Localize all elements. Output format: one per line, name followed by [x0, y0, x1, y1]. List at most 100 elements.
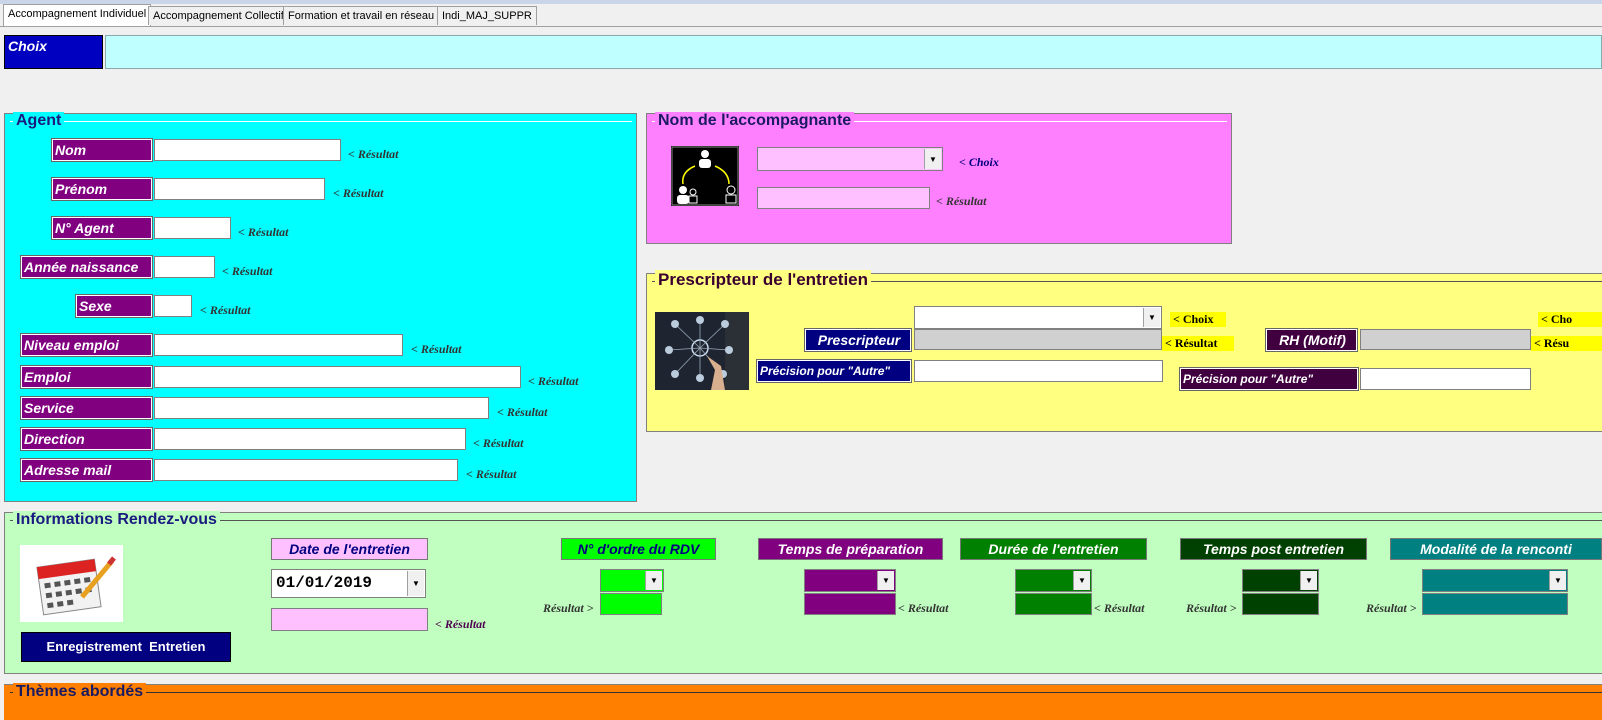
agent-pre-nom-field[interactable] [154, 178, 325, 200]
agent-niveau-emploi-field[interactable] [154, 334, 403, 356]
agent-n-agent-label: N° Agent [51, 216, 153, 240]
agent-service-field[interactable] [154, 397, 489, 419]
duree-entretien-result-tag: < Résultat [1094, 601, 1145, 615]
themes-frame-line [10, 692, 1602, 693]
agent-service-label: Service [20, 396, 153, 420]
agent-emploi-result-tag: < Résultat [528, 374, 579, 388]
prescripteur-result-field [914, 329, 1162, 350]
save-entretien-button[interactable]: Enregistrement Entretien [21, 632, 231, 662]
themes-frame [4, 684, 1602, 720]
agent-direction-field[interactable] [154, 428, 466, 450]
agent-anne-e-naissance-label: Année naissance [20, 255, 153, 279]
precision-autre-field[interactable] [914, 360, 1163, 382]
title-line [0, 0, 1602, 4]
rh-choix-tag: < Cho [1538, 312, 1602, 327]
rh-motif-result-field [1360, 329, 1531, 350]
agent-nom-result-tag: < Résultat [348, 147, 399, 161]
agent-niveau-emploi-label: Niveau emploi [20, 333, 153, 357]
agent-n-agent-field[interactable] [154, 217, 231, 239]
agent-title: Agent [13, 112, 65, 130]
chevron-down-icon[interactable]: ▼ [645, 571, 662, 590]
agent-pre-nom-label: Prénom [51, 177, 153, 201]
temps-preparation-result-field [804, 593, 896, 615]
themes-title: Thèmes abordés [13, 683, 147, 701]
chevron-down-icon[interactable]: ▼ [924, 149, 941, 169]
accompagnante-combo[interactable]: ▼ [757, 147, 943, 171]
agent-frame-line [10, 121, 632, 122]
rdv-frame [4, 512, 1602, 674]
tab-indi-maj-suppr[interactable]: Indi_MAJ_SUPPR [437, 6, 537, 25]
duree-entretien-combo[interactable]: ▼ [1015, 569, 1092, 592]
date-entretien-combo[interactable]: 01/01/2019 ▼ [271, 569, 426, 598]
agent-n-agent-result-tag: < Résultat [238, 225, 289, 239]
agent-anne-e-naissance-result-tag: < Résultat [222, 264, 273, 278]
chevron-down-icon[interactable]: ▼ [1143, 308, 1160, 327]
temps-preparation-label: Temps de préparation [758, 538, 943, 560]
prescripteur-combo[interactable]: ▼ [914, 306, 1162, 329]
modalite-rencontre-combo[interactable]: ▼ [1422, 569, 1568, 592]
temps-post-entretien-label: Temps post entretien [1180, 538, 1367, 560]
agent-direction-label: Direction [20, 427, 153, 451]
temps-post-entretien-result-field [1242, 593, 1319, 615]
agent-emploi-field[interactable] [154, 366, 521, 388]
tab-formation-reseau[interactable]: Formation et travail en réseau [283, 6, 440, 25]
agent-sexe-field[interactable] [154, 295, 192, 317]
rh-motif-label: RH (Motif) [1265, 328, 1358, 352]
duree-entretien-result-field [1015, 593, 1092, 615]
precision-autre-label: Précision pour "Autre" [756, 359, 912, 383]
prescripteur-title: Prescripteur de l'entretien [655, 270, 872, 290]
accompagnante-title: Nom de l'accompagnante [655, 112, 855, 130]
date-entretien-value: 01/01/2019 [276, 574, 373, 592]
agent-niveau-emploi-result-tag: < Résultat [411, 342, 462, 356]
agent-adresse-mail-field[interactable] [154, 459, 458, 481]
accompagnante-result-field[interactable] [757, 187, 930, 209]
modalite-rencontre-label: Modalité de la renconti [1390, 538, 1602, 560]
ordre-rdv-label: N° d'ordre du RDV [561, 538, 716, 560]
rdv-frame-line [10, 520, 1602, 521]
agent-sexe-result-tag: < Résultat [200, 303, 251, 317]
agent-direction-result-tag: < Résultat [473, 436, 524, 450]
date-entretien-result-tag: < Résultat [435, 617, 486, 631]
temps-preparation-result-tag: < Résultat [898, 601, 949, 615]
chevron-down-icon[interactable]: ▼ [1549, 571, 1566, 590]
temps-post-entretien-result-tag: Résultat > [1186, 601, 1237, 615]
prescripteur-result-tag: < Résultat [1162, 336, 1234, 351]
network-hand-icon [655, 312, 749, 390]
agent-pre-nom-result-tag: < Résultat [333, 186, 384, 200]
chevron-down-icon[interactable]: ▼ [1300, 571, 1317, 590]
rh-precision-autre-field[interactable] [1360, 368, 1531, 390]
modalite-rencontre-result-tag: Résultat > [1366, 601, 1417, 615]
duree-entretien-label: Durée de l'entretien [960, 538, 1147, 560]
ordre-rdv-result-tag: Résultat > [543, 601, 594, 615]
choix-field[interactable] [105, 35, 1602, 69]
people-network-icon [671, 146, 739, 206]
agent-adresse-mail-result-tag: < Résultat [466, 467, 517, 481]
temps-post-entretien-combo[interactable]: ▼ [1242, 569, 1319, 592]
agent-nom-field[interactable] [154, 139, 341, 161]
prescripteur-choix-tag: < Choix [1170, 312, 1226, 327]
prescripteur-frame [646, 273, 1602, 432]
modalite-rencontre-result-field [1422, 593, 1568, 615]
agent-anne-e-naissance-field[interactable] [154, 256, 215, 278]
rh-precision-autre-label: Précision pour "Autre" [1179, 367, 1359, 391]
ordre-rdv-combo[interactable]: ▼ [600, 569, 664, 592]
accompagnante-choix-tag: < Choix [959, 155, 999, 169]
chevron-down-icon[interactable]: ▼ [877, 571, 894, 590]
ordre-rdv-result-field [600, 593, 662, 615]
temps-preparation-combo[interactable]: ▼ [804, 569, 896, 592]
rdv-title: Informations Rendez-vous [13, 511, 220, 529]
tab-accompagnement-collectif[interactable]: Accompagnement Collectif [148, 6, 289, 25]
rh-result-tag: < Résu [1531, 336, 1602, 351]
choix-label: Choix [4, 35, 103, 69]
prescripteur-label: Prescripteur [804, 328, 912, 352]
date-entretien-result-field [271, 608, 428, 631]
accompagnante-result-tag: < Résultat [936, 194, 987, 208]
tab-accompagnement-individuel[interactable]: Accompagnement Individuel [3, 4, 152, 26]
agent-nom-label: Nom [51, 138, 153, 162]
agent-sexe-label: Sexe [75, 294, 153, 318]
calendar-icon [20, 545, 123, 622]
agent-emploi-label: Emploi [20, 365, 153, 389]
chevron-down-icon[interactable]: ▼ [1073, 571, 1090, 590]
chevron-down-icon[interactable]: ▼ [407, 571, 424, 596]
agent-adresse-mail-label: Adresse mail [20, 458, 153, 482]
